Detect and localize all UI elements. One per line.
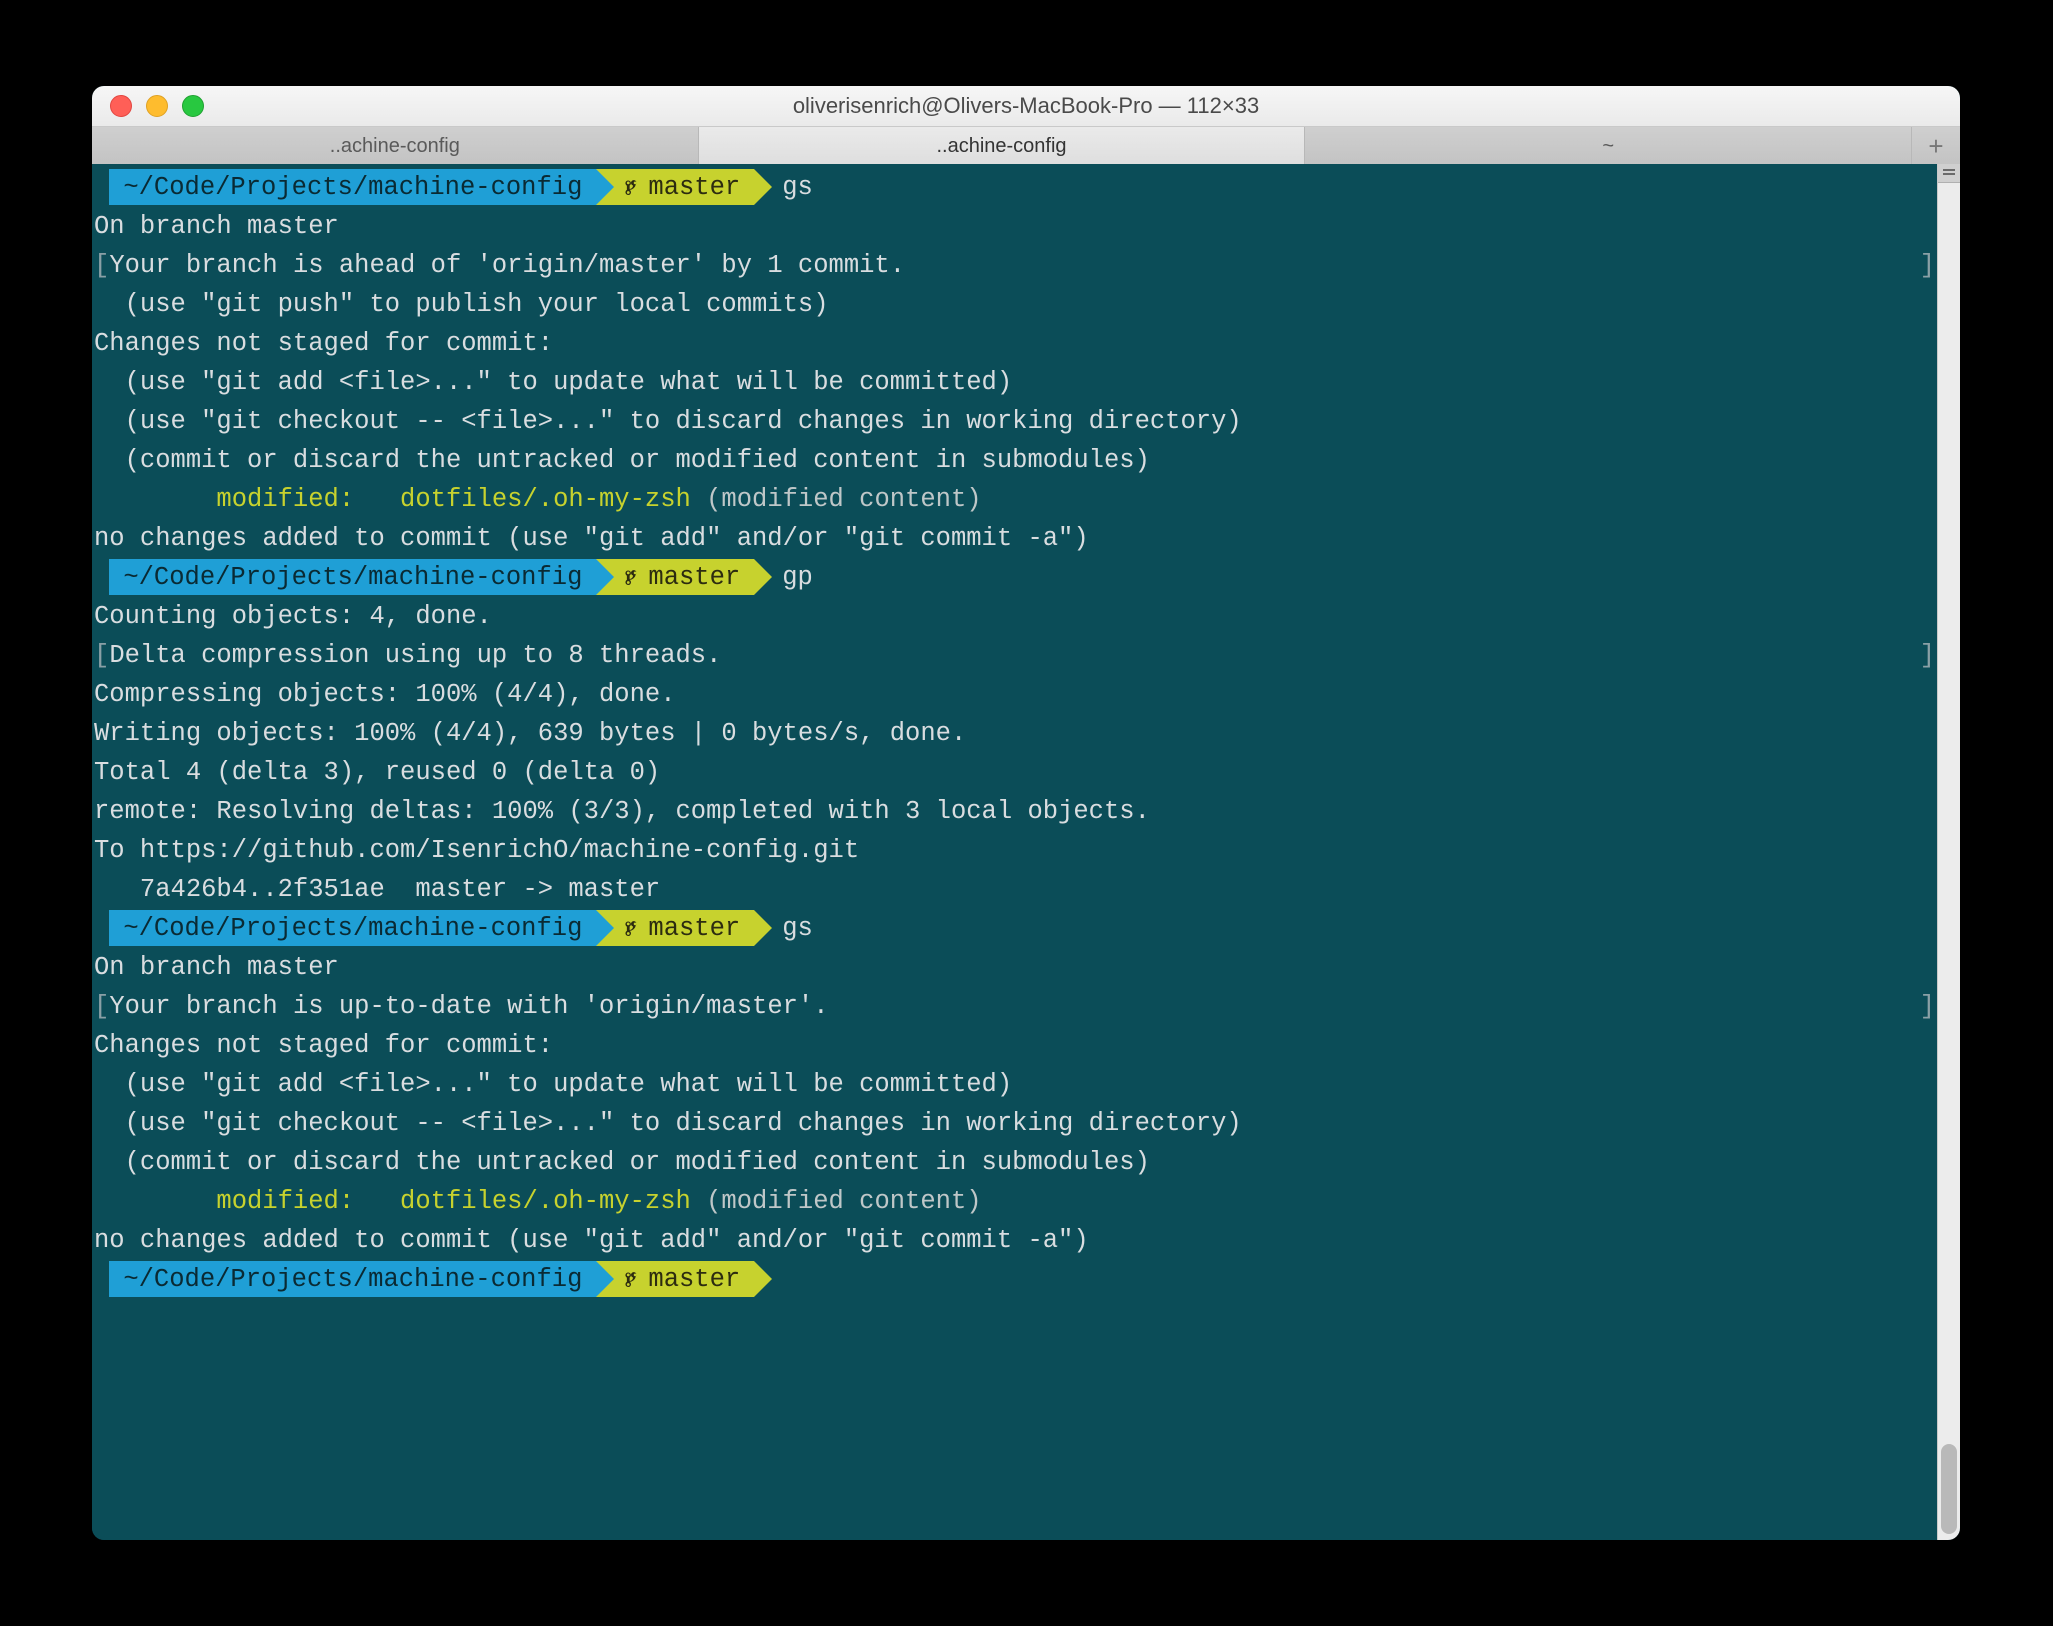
prompt-branch: master (596, 1261, 754, 1297)
zoom-icon[interactable] (182, 95, 204, 117)
scrollbar-thumb[interactable] (1941, 1444, 1957, 1534)
prompt: ~/Code/Projects/machine-configmaster (109, 910, 772, 946)
prompt: ~/Code/Projects/machine-configmaster (109, 169, 772, 205)
command-text: gp (782, 563, 813, 592)
git-branch-icon (622, 917, 640, 939)
prompt-arrow-icon (754, 559, 772, 595)
traffic-lights (110, 95, 204, 117)
tab-1[interactable]: ..achine-config (92, 127, 699, 165)
terminal-content[interactable]: ~/Code/Projects/machine-configmastergsOn… (92, 164, 1937, 1540)
command-text: gs (782, 914, 813, 943)
prompt-path: ~/Code/Projects/machine-config (109, 910, 596, 946)
command-text: gs (782, 173, 813, 202)
new-tab-button[interactable]: + (1912, 127, 1960, 165)
tab-3[interactable]: ~ (1305, 127, 1912, 165)
terminal-window: oliverisenrich@Olivers-MacBook-Pro — 112… (92, 86, 1960, 1540)
window-title: oliverisenrich@Olivers-MacBook-Pro — 112… (92, 93, 1960, 119)
prompt-arrow-icon (754, 910, 772, 946)
prompt-branch: master (596, 559, 754, 595)
titlebar: oliverisenrich@Olivers-MacBook-Pro — 112… (92, 86, 1960, 127)
scrollbar-toggle-icon[interactable] (1938, 164, 1960, 183)
prompt-branch: master (596, 910, 754, 946)
prompt: ~/Code/Projects/machine-configmaster (109, 1261, 772, 1297)
git-branch-icon (622, 1268, 640, 1290)
prompt: ~/Code/Projects/machine-configmaster (109, 559, 772, 595)
prompt-arrow-icon (754, 1261, 772, 1297)
git-branch-icon (622, 566, 640, 588)
git-branch-icon (622, 176, 640, 198)
prompt-path: ~/Code/Projects/machine-config (109, 169, 596, 205)
prompt-path: ~/Code/Projects/machine-config (109, 559, 596, 595)
prompt-path: ~/Code/Projects/machine-config (109, 1261, 596, 1297)
minimize-icon[interactable] (146, 95, 168, 117)
prompt-arrow-icon (754, 169, 772, 205)
tab-bar: ..achine-config ..achine-config ~ + (92, 127, 1960, 166)
close-icon[interactable] (110, 95, 132, 117)
prompt-branch: master (596, 169, 754, 205)
scrollbar[interactable] (1937, 164, 1960, 1540)
tab-2[interactable]: ..achine-config (699, 127, 1306, 165)
